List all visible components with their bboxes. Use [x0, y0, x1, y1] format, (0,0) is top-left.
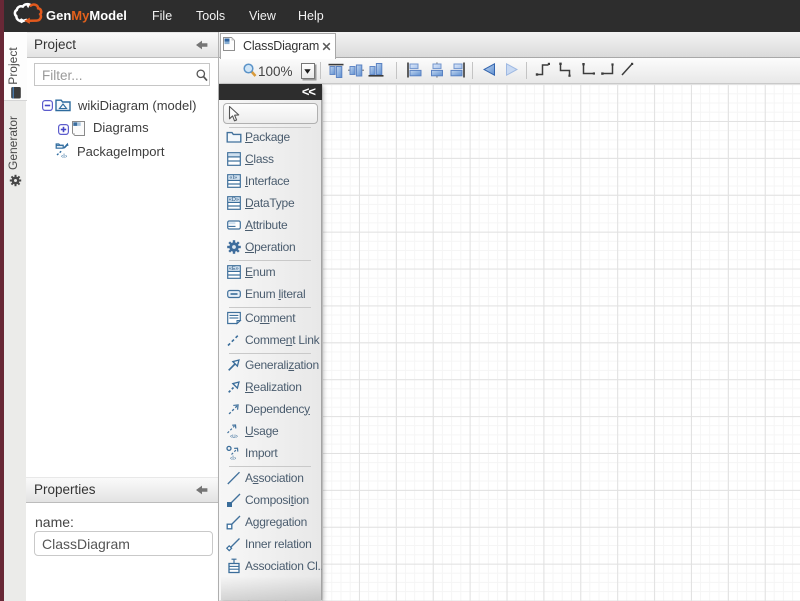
svg-text:‹I›: ‹I›: [230, 455, 236, 461]
svg-text:‹u›: ‹u›: [230, 433, 238, 439]
svg-text:‹I›: ‹I›: [61, 153, 67, 159]
